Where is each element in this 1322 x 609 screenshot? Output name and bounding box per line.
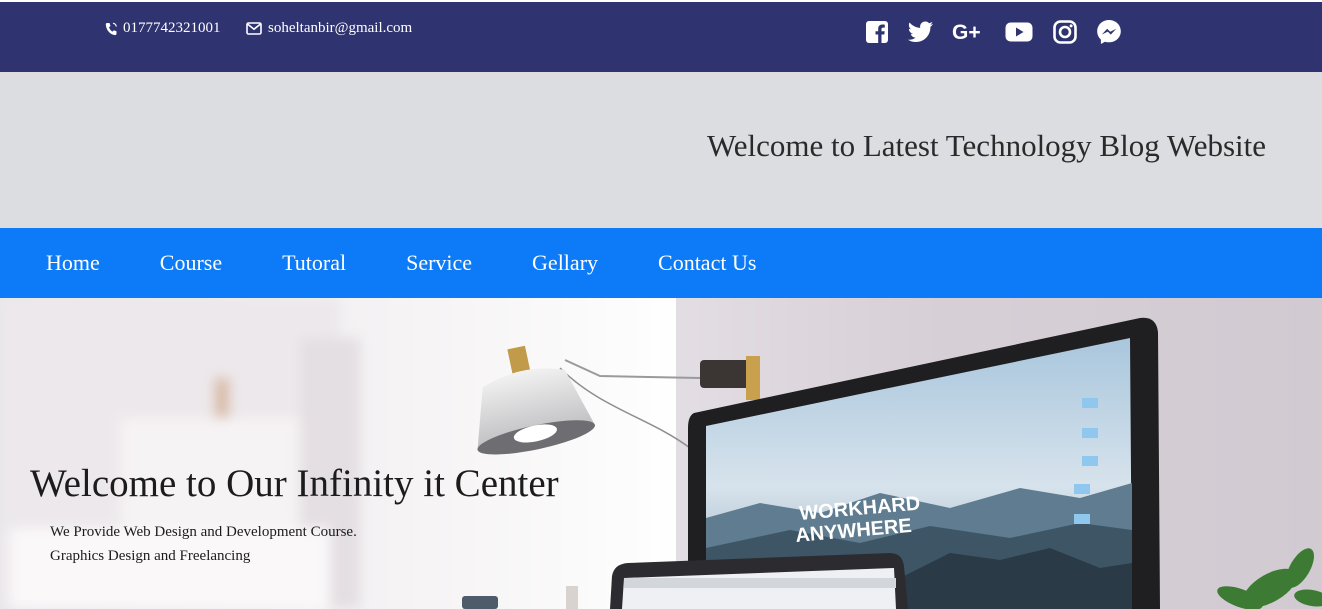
site-title: Welcome to Latest Technology Blog Websit… — [706, 128, 1266, 163]
header-band: Welcome to Latest Technology Blog Websit… — [0, 72, 1322, 228]
google-plus-icon: G+ — [952, 21, 981, 43]
phone-icon — [105, 22, 117, 35]
nav-course[interactable]: Course — [160, 250, 222, 275]
phone-contact[interactable]: 0177742321001 — [105, 20, 221, 37]
email-address: soheltanbir@gmail.com — [268, 20, 413, 36]
google-plus-text: G+ — [952, 21, 981, 43]
google-plus-link[interactable]: G+ — [952, 19, 986, 45]
twitter-link[interactable] — [908, 19, 934, 45]
hero-subtitle-line-2: Graphics Design and Freelancing — [50, 548, 251, 564]
youtube-link[interactable] — [1004, 19, 1034, 45]
instagram-link[interactable] — [1052, 19, 1078, 45]
facebook-link[interactable] — [864, 19, 890, 45]
main-nav: Home Course Tutoral Service Gellary Cont… — [0, 228, 1322, 298]
envelope-icon — [246, 22, 262, 35]
twitter-icon — [908, 21, 933, 42]
nav-gellary[interactable]: Gellary — [532, 250, 598, 275]
nav-home[interactable]: Home — [46, 250, 100, 275]
hero-subtitle-line-1: We Provide Web Design and Development Co… — [50, 524, 357, 540]
email-contact[interactable]: soheltanbir@gmail.com — [246, 20, 412, 37]
messenger-link[interactable] — [1096, 19, 1122, 45]
nav-service[interactable]: Service — [406, 250, 472, 275]
instagram-icon — [1053, 20, 1077, 44]
phone-number: 0177742321001 — [123, 20, 221, 36]
youtube-icon — [1005, 22, 1033, 42]
nav-tutoral[interactable]: Tutoral — [282, 250, 346, 275]
social-links: G+ — [864, 19, 1140, 45]
hero-title: Welcome to Our Infinity it Center — [30, 462, 559, 505]
messenger-icon — [1097, 20, 1121, 44]
nav-contact-us[interactable]: Contact Us — [658, 250, 756, 275]
top-bar: 0177742321001 soheltanbir@gmail.com G+ — [0, 0, 1322, 72]
hero-banner: WORKHARD ANYWHERE Welcome to Our Infinit… — [0, 298, 1322, 609]
facebook-icon — [866, 21, 888, 43]
